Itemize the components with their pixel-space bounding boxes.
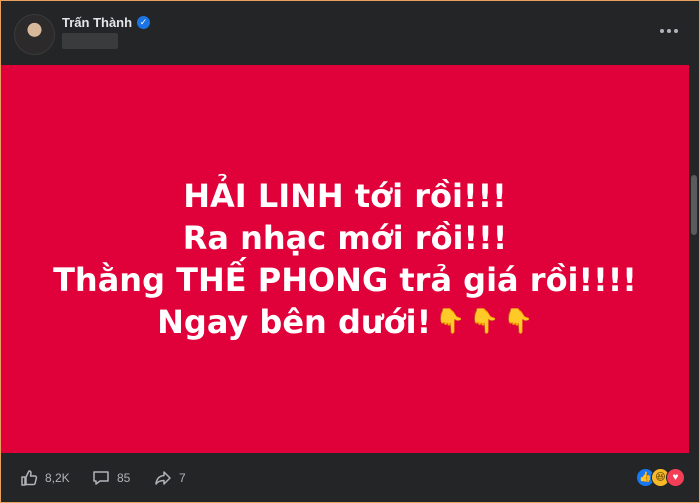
more-options-button[interactable]	[655, 19, 683, 43]
reaction-summary[interactable]: 👍 😆 ♥	[636, 468, 685, 487]
post-line-4-wrap: Ngay bên dưới! 👇 👇 👇	[157, 301, 533, 343]
pointing-down-icon: 👇	[469, 308, 499, 335]
post-line-2: Ra nhạc mới rồi!!!	[182, 219, 508, 257]
thumbs-up-icon	[21, 470, 38, 486]
share-button[interactable]: 7	[153, 467, 186, 489]
timestamp-redacted	[62, 33, 118, 49]
share-count: 7	[179, 471, 186, 485]
comment-icon	[93, 471, 109, 485]
post-header: Trấn Thành ✓	[1, 1, 699, 65]
scrollbar-thumb[interactable]	[691, 175, 697, 235]
post-footer: 8,2K 85 7 👍 😆 ♥	[1, 453, 699, 502]
author-name-row: Trấn Thành ✓	[62, 13, 151, 31]
pointing-down-icon: 👇	[502, 308, 533, 335]
post-line-3: Thằng THẾ PHONG trả giá rồi!!!!	[53, 261, 637, 299]
pointing-down-icon: 👇	[435, 308, 466, 335]
post-line-1: HẢI LINH tới rồi!!!	[183, 177, 507, 215]
like-count: 8,2K	[45, 471, 70, 485]
like-button[interactable]: 8,2K	[19, 467, 70, 489]
post-card: Trấn Thành ✓ HẢI LINH tới rồi!!! Ra nhạc…	[0, 0, 700, 503]
love-reaction-icon: ♥	[666, 468, 685, 487]
dot-icon	[660, 29, 664, 33]
comment-count: 85	[117, 471, 131, 485]
share-icon	[155, 471, 171, 485]
dot-icon	[674, 29, 678, 33]
verified-badge-icon: ✓	[137, 15, 151, 29]
scrollbar[interactable]	[690, 65, 698, 453]
post-line-4: Ngay bên dưới!	[157, 303, 432, 341]
author-avatar[interactable]	[14, 14, 55, 55]
comment-button[interactable]: 85	[91, 467, 130, 489]
post-text-image[interactable]: HẢI LINH tới rồi!!! Ra nhạc mới rồi!!! T…	[1, 65, 689, 453]
author-name[interactable]: Trấn Thành	[62, 15, 132, 30]
dot-icon	[667, 29, 671, 33]
